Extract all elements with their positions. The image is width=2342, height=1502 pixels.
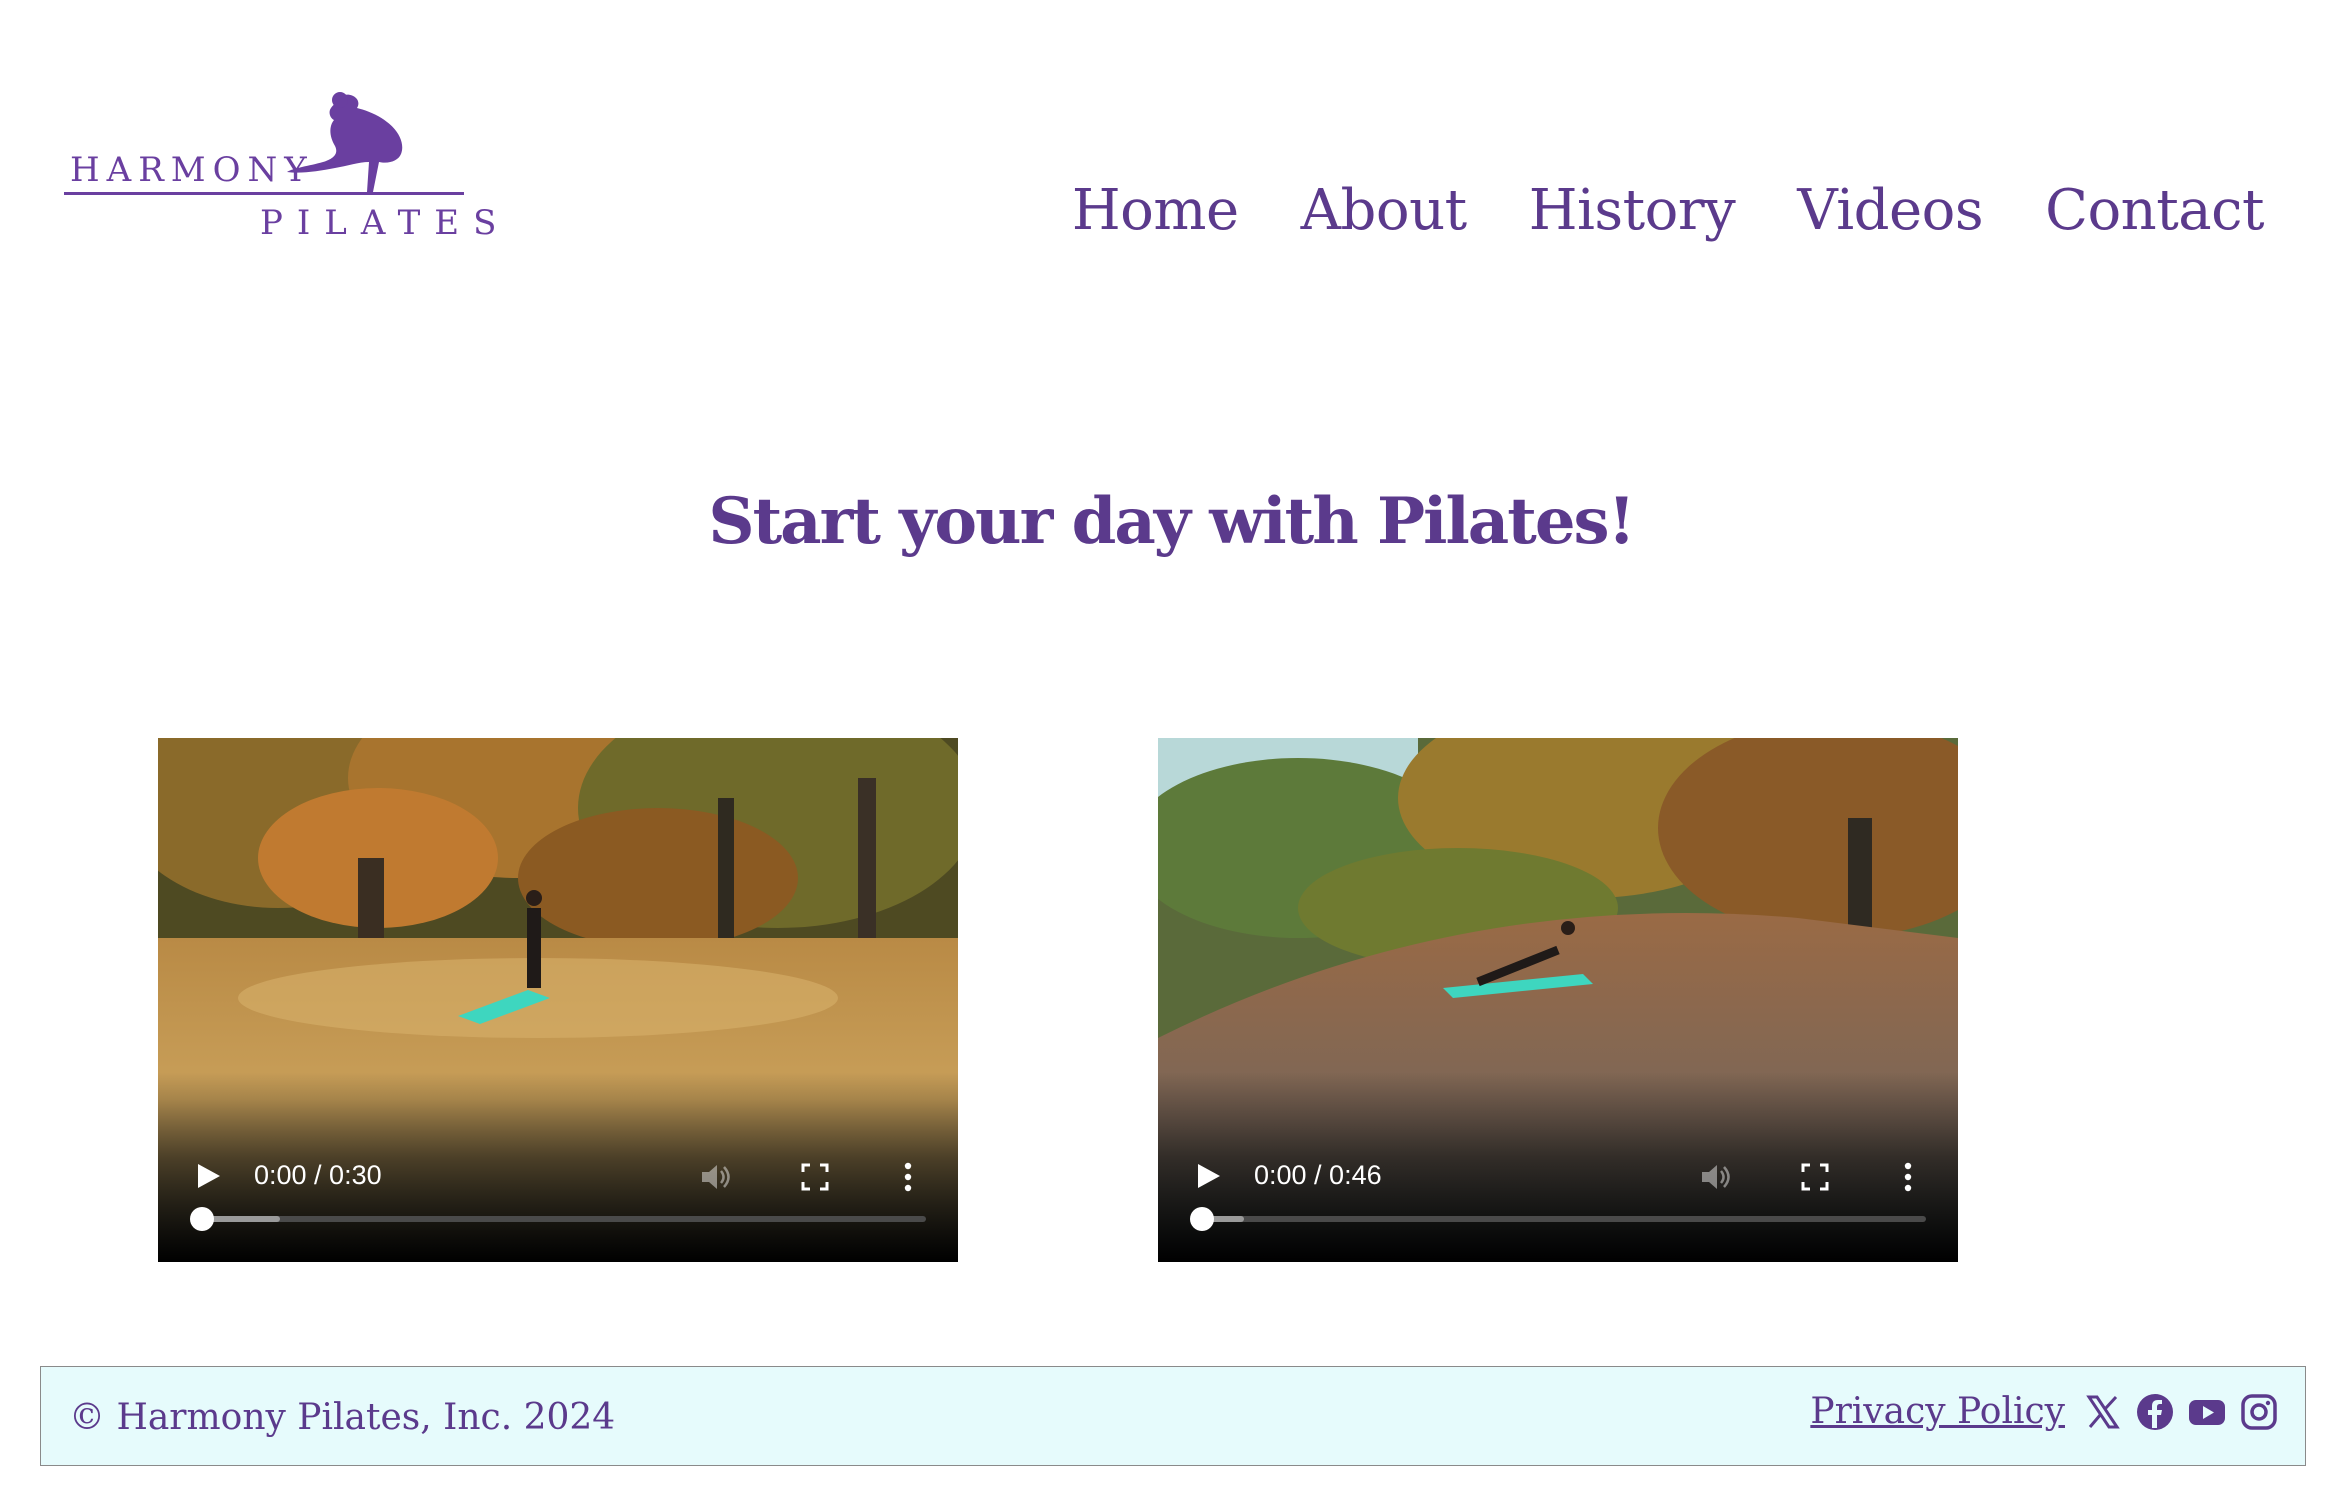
video-time: 0:00 / 0:46 (1254, 1160, 1382, 1190)
video-player-2[interactable]: 0:00 / 0:46 (1158, 738, 1958, 1262)
x-icon[interactable] (2083, 1392, 2123, 1432)
nav-history[interactable]: History (1529, 178, 1736, 243)
footer: © Harmony Pilates, Inc. 2024 Privacy Pol… (40, 1366, 2306, 1466)
logo[interactable]: HARMONY PILATES (60, 88, 496, 248)
more-options-icon[interactable] (1898, 1160, 1918, 1194)
nav-about[interactable]: About (1301, 178, 1468, 243)
main-nav: Home About History Videos Contact (1072, 178, 2265, 243)
nav-contact[interactable]: Contact (2045, 178, 2264, 243)
nav-videos[interactable]: Videos (1797, 178, 1983, 243)
video-controls: 0:00 / 0:46 (1158, 1156, 1958, 1196)
fullscreen-icon[interactable] (1800, 1162, 1830, 1192)
progress-thumb[interactable] (1190, 1207, 1214, 1231)
privacy-policy-link[interactable]: Privacy Policy (1810, 1391, 2065, 1432)
nav-home[interactable]: Home (1072, 178, 1239, 243)
logo-word-harmony: HARMONY (70, 150, 314, 190)
facebook-icon[interactable] (2135, 1392, 2175, 1432)
logo-word-pilates: PILATES (260, 203, 511, 243)
progress-thumb[interactable] (190, 1207, 214, 1231)
progress-bar[interactable] (1190, 1207, 1926, 1231)
volume-icon[interactable] (698, 1160, 732, 1194)
video-player-1[interactable]: 0:00 / 0:30 (158, 738, 958, 1262)
progress-bar[interactable] (190, 1207, 926, 1231)
video-time: 0:00 / 0:30 (254, 1160, 382, 1190)
page: HARMONY PILATES Home About History Video… (0, 0, 2342, 1502)
instagram-icon[interactable] (2239, 1392, 2279, 1432)
copyright-text: © Harmony Pilates, Inc. 2024 (69, 1397, 616, 1438)
footer-links: Privacy Policy (1810, 1391, 2279, 1432)
play-icon[interactable] (1194, 1162, 1222, 1190)
logo-underline (64, 192, 464, 195)
more-options-icon[interactable] (898, 1160, 918, 1194)
fullscreen-icon[interactable] (800, 1162, 830, 1192)
volume-icon[interactable] (1698, 1160, 1732, 1194)
play-icon[interactable] (194, 1162, 222, 1190)
page-headline: Start your day with Pilates! (708, 484, 1635, 559)
video-controls: 0:00 / 0:30 (158, 1156, 958, 1196)
youtube-icon[interactable] (2187, 1392, 2227, 1432)
